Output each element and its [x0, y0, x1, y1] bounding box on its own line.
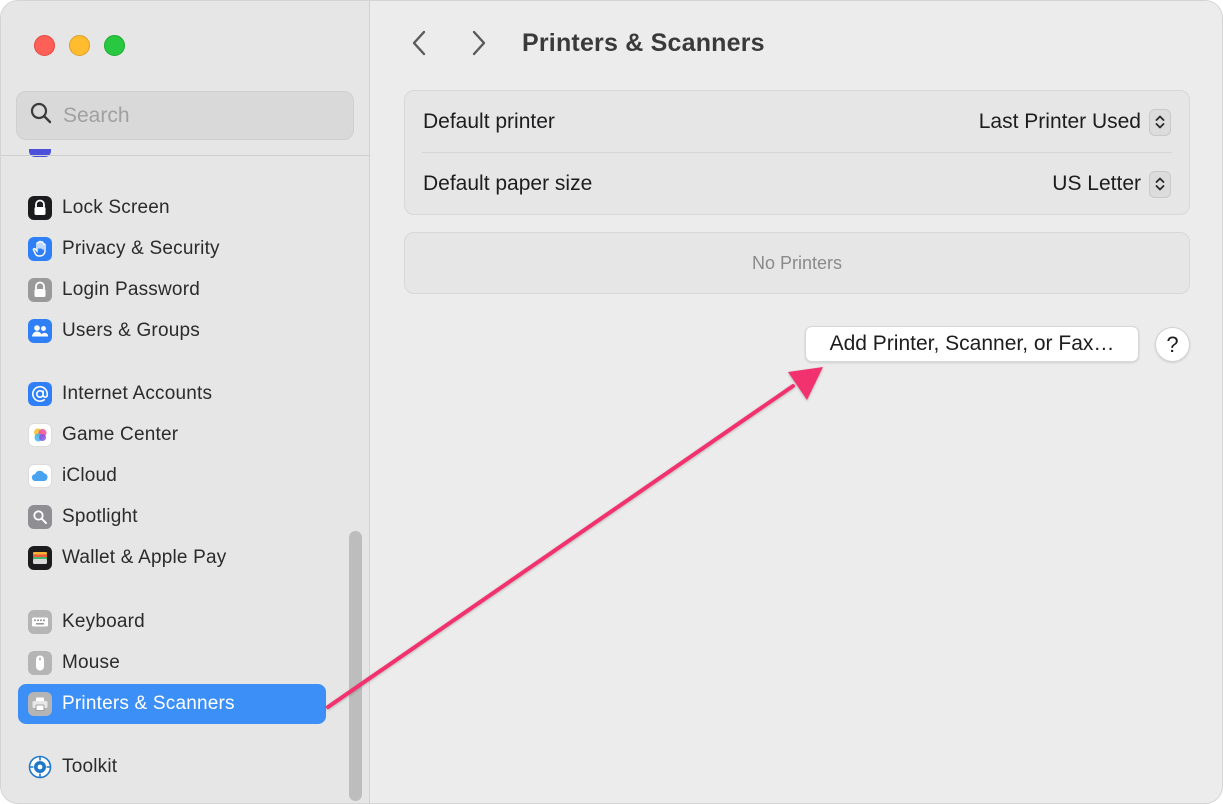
sidebar-item-wallet-apple-pay[interactable]: Wallet & Apple Pay — [18, 538, 326, 578]
chevron-right-icon — [472, 30, 486, 61]
default-printer-label: Default printer — [423, 110, 555, 133]
sidebar-item-printers-scanners[interactable]: Printers & Scanners — [18, 684, 326, 724]
sidebar-item-game-center[interactable]: Game Center — [18, 415, 326, 455]
printer-list: No Printers — [404, 232, 1190, 294]
sidebar-item-label: Privacy & Security — [62, 238, 220, 259]
up-down-chevron-icon — [1149, 108, 1171, 136]
forward-button[interactable] — [461, 27, 497, 63]
default-printer-row: Default printer Last Printer Used — [405, 91, 1189, 153]
sidebar-item-lock-screen[interactable]: Lock Screen — [18, 188, 326, 228]
default-printer-popup[interactable]: Last Printer Used — [978, 108, 1171, 136]
help-button[interactable]: ? — [1155, 327, 1190, 362]
cloud-icon — [28, 464, 52, 488]
default-paper-size-popup[interactable]: US Letter — [1052, 170, 1171, 198]
sidebar-item-label: Internet Accounts — [62, 383, 213, 404]
search-icon — [29, 101, 53, 130]
printer-icon — [28, 692, 52, 716]
sidebar-scrollbar[interactable] — [349, 531, 362, 801]
sidebar-item-label: Game Center — [62, 424, 179, 445]
sidebar-item-spotlight[interactable]: Spotlight — [18, 497, 326, 537]
sidebar-item-label: Login Password — [62, 279, 200, 300]
default-paper-size-value: US Letter — [1052, 172, 1141, 195]
sidebar-item-mouse[interactable]: Mouse — [18, 643, 326, 683]
game-center-icon — [28, 423, 52, 447]
sidebar-divider — [1, 155, 370, 156]
main-pane: Printers & Scanners Default printer Last… — [371, 1, 1222, 803]
users-icon — [28, 319, 52, 343]
sidebar-item-internet-accounts[interactable]: Internet Accounts — [18, 374, 326, 414]
sidebar-item-label: iCloud — [62, 465, 118, 486]
up-down-chevron-icon — [1149, 170, 1171, 198]
lock-icon — [28, 196, 52, 220]
chevron-left-icon — [412, 30, 426, 61]
minimize-window-button[interactable] — [69, 35, 90, 56]
close-window-button[interactable] — [34, 35, 55, 56]
default-paper-size-row: Default paper size US Letter — [405, 153, 1189, 215]
add-printer-button[interactable]: Add Printer, Scanner, or Fax… — [805, 326, 1139, 362]
sidebar: Lock Screen Privacy & Security Login Pas… — [1, 1, 370, 803]
sidebar-item-label: Lock Screen — [62, 197, 170, 218]
defaults-group: Default printer Last Printer Used Defaul… — [404, 90, 1190, 215]
keyboard-icon — [28, 610, 52, 634]
mouse-icon — [28, 651, 52, 675]
sidebar-item-keyboard[interactable]: Keyboard — [18, 602, 326, 642]
sidebar-item-label: Keyboard — [62, 611, 145, 632]
search-input[interactable] — [63, 103, 343, 128]
sidebar-item-label: Users & Groups — [62, 320, 200, 341]
wallet-icon — [28, 546, 52, 570]
no-printers-message: No Printers — [751, 252, 843, 273]
search-field[interactable] — [16, 91, 354, 140]
sidebar-item-users-groups[interactable]: Users & Groups — [18, 311, 326, 351]
window-controls — [34, 35, 125, 56]
hand-icon — [28, 237, 52, 261]
sidebar-item-login-password[interactable]: Login Password — [18, 270, 326, 310]
sidebar-item-privacy-security[interactable]: Privacy & Security — [18, 229, 326, 269]
at-icon — [28, 382, 52, 406]
sidebar-item-label: Printers & Scanners — [62, 693, 235, 714]
settings-window: Lock Screen Privacy & Security Login Pas… — [0, 0, 1223, 804]
sidebar-item-label: Spotlight — [62, 506, 138, 527]
sidebar-item-label: Mouse — [62, 652, 121, 673]
default-printer-value: Last Printer Used — [978, 110, 1141, 133]
back-button[interactable] — [401, 27, 437, 63]
sidebar-item-toolkit[interactable]: Toolkit — [18, 747, 326, 787]
zoom-window-button[interactable] — [104, 35, 125, 56]
sidebar-item-icloud[interactable]: iCloud — [18, 456, 326, 496]
sidebar-item-label: Toolkit — [62, 756, 118, 777]
magnifier-icon — [28, 505, 52, 529]
default-paper-size-label: Default paper size — [423, 172, 593, 195]
page-title: Printers & Scanners — [522, 29, 765, 57]
sidebar-item-label: Wallet & Apple Pay — [62, 547, 227, 568]
toolkit-icon — [28, 755, 52, 779]
lock-icon — [28, 278, 52, 302]
